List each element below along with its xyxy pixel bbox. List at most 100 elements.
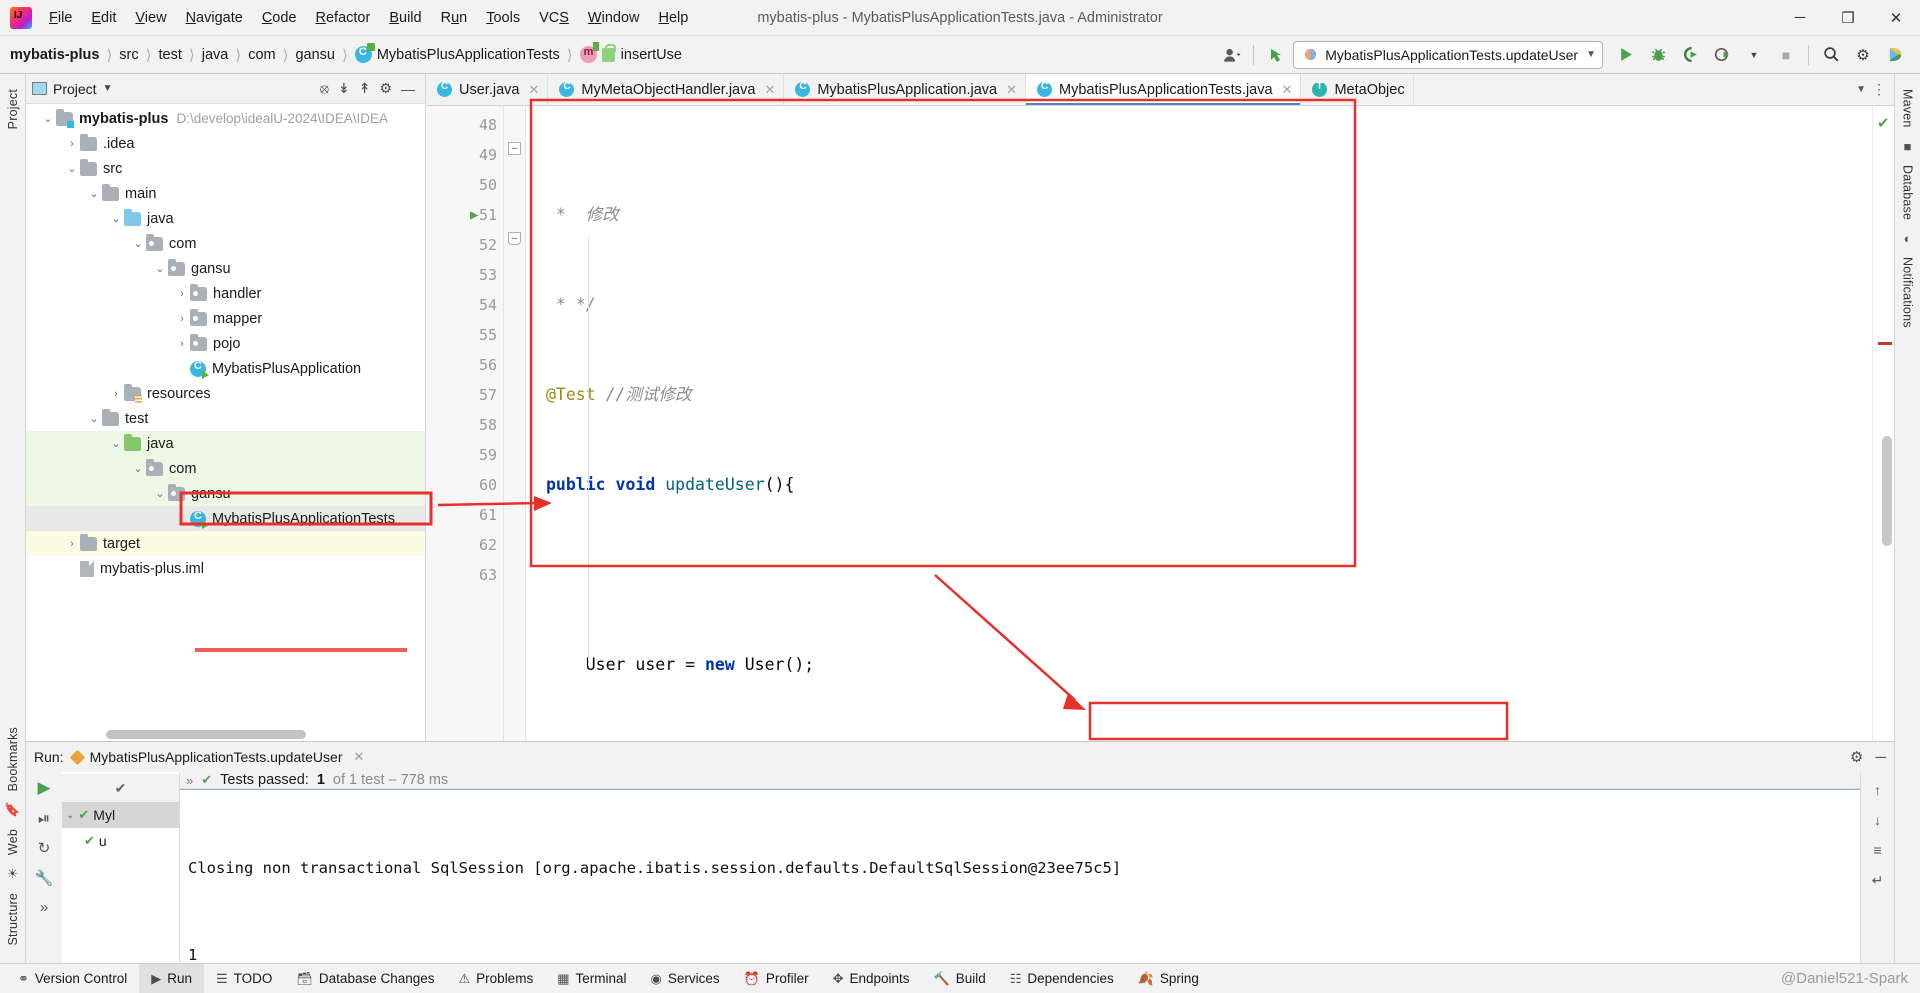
- tree-row-test[interactable]: ⌄ test: [26, 406, 425, 431]
- statusbar-spring[interactable]: 🍂 Spring: [1126, 964, 1211, 993]
- fold-marker[interactable]: –: [508, 142, 521, 155]
- run-tab[interactable]: MybatisPlusApplicationTests.updateUser ✕: [69, 749, 364, 765]
- menu-help[interactable]: Help: [649, 6, 697, 30]
- chevron-right-icon[interactable]: ›: [174, 288, 190, 300]
- tree-row-mybatisplusapplicationtests[interactable]: MybatisPlusApplicationTests: [26, 506, 425, 531]
- scroll-down-icon[interactable]: ↓: [1874, 812, 1881, 828]
- close-icon[interactable]: ✕: [762, 82, 775, 98]
- breadcrumb-test[interactable]: test: [159, 47, 182, 63]
- hide-icon[interactable]: ─: [1875, 749, 1886, 766]
- tool-window-notifications[interactable]: Notifications: [1901, 250, 1915, 335]
- more-options-icon[interactable]: »: [40, 899, 48, 916]
- minimize-button[interactable]: ─: [1776, 0, 1824, 35]
- close-icon[interactable]: ✕: [349, 749, 364, 765]
- breadcrumb-class[interactable]: MybatisPlusApplicationTests: [354, 43, 560, 63]
- tree-row-mybatis-plus[interactable]: ⌄ mybatis-plus D:\develop\idealU-2024\ID…: [26, 106, 425, 131]
- test-tree-row-class[interactable]: ⌄ ✔ Myl: [62, 802, 179, 828]
- close-icon[interactable]: ✕: [1004, 82, 1017, 98]
- expand-all-icon[interactable]: ↡: [338, 80, 350, 97]
- tab-user-java[interactable]: User.java ✕: [426, 74, 549, 105]
- chevron-down-icon[interactable]: ⌄: [152, 487, 168, 500]
- tree-row-src[interactable]: ⌄ src: [26, 156, 425, 181]
- console-output[interactable]: Closing non transactional SqlSession [or…: [180, 790, 1860, 963]
- chevron-down-icon[interactable]: ▼: [1586, 49, 1596, 60]
- statusbar-endpoints[interactable]: ✥ Endpoints: [821, 964, 922, 993]
- profiler-icon[interactable]: [1707, 41, 1737, 69]
- ide-assistant-icon[interactable]: [1880, 41, 1910, 69]
- tree-row-main[interactable]: ⌄ main: [26, 181, 425, 206]
- tree-row-main-gansu[interactable]: ⌄ gansu: [26, 256, 425, 281]
- chevron-right-icon[interactable]: ›: [174, 338, 190, 350]
- menu-tools[interactable]: Tools: [477, 6, 529, 30]
- tree-row-iml-file[interactable]: mybatis-plus.iml: [26, 556, 425, 581]
- breadcrumb-com[interactable]: com: [248, 47, 275, 63]
- statusbar-run[interactable]: ▶ Run: [139, 964, 204, 993]
- breadcrumb-src[interactable]: src: [119, 47, 138, 63]
- tool-window-bookmarks[interactable]: Bookmarks: [6, 720, 20, 798]
- tool-window-web[interactable]: Web: [6, 822, 20, 862]
- chevron-down-icon[interactable]: ⌄: [64, 162, 80, 175]
- statusbar-dependencies[interactable]: ☷ Dependencies: [998, 964, 1126, 993]
- tree-row-pojo[interactable]: › pojo: [26, 331, 425, 356]
- menu-code[interactable]: Code: [253, 6, 306, 30]
- tree-row-mapper[interactable]: › mapper: [26, 306, 425, 331]
- user-avatar-icon[interactable]: [1216, 41, 1246, 69]
- tab-mymetaobjecthandler-java[interactable]: MyMetaObjectHandler.java ✕: [548, 74, 785, 105]
- tree-row-main-com[interactable]: ⌄ com: [26, 231, 425, 256]
- search-icon[interactable]: [1816, 41, 1846, 69]
- toggle-auto-test-icon[interactable]: ↻: [38, 839, 51, 857]
- menu-vcs[interactable]: VCS: [530, 6, 578, 30]
- maximize-button[interactable]: ❐: [1824, 0, 1872, 35]
- statusbar-build[interactable]: 🔨 Build: [922, 964, 998, 993]
- tool-window-structure[interactable]: Structure: [6, 886, 20, 953]
- locate-icon[interactable]: ⦻: [320, 80, 329, 97]
- chevron-down-icon[interactable]: ▼: [1739, 41, 1769, 69]
- gear-icon[interactable]: ⚙: [379, 80, 392, 97]
- tab-mybatisplusapplication-java[interactable]: MybatisPlusApplication.java ✕: [784, 74, 1026, 105]
- rerun-button[interactable]: ▶: [37, 778, 50, 798]
- debug-bug-icon[interactable]: [1643, 41, 1673, 69]
- gear-icon[interactable]: ⚙: [1848, 41, 1878, 69]
- breadcrumb-java[interactable]: java: [202, 47, 229, 63]
- statusbar-services[interactable]: ◉ Services: [639, 964, 732, 993]
- hide-icon[interactable]: —: [401, 81, 415, 97]
- tree-row-main-java[interactable]: ⌄ java: [26, 206, 425, 231]
- menu-navigate[interactable]: Navigate: [177, 6, 252, 30]
- tab-mybatisplusapplicationtests-java[interactable]: MybatisPlusApplicationTests.java ✕: [1025, 74, 1302, 105]
- tree-row-test-gansu[interactable]: ⌄ gansu: [26, 481, 425, 506]
- chevron-down-icon[interactable]: ⌄: [108, 212, 124, 225]
- tree-row-test-com[interactable]: ⌄ com: [26, 456, 425, 481]
- chevron-down-icon[interactable]: ⌄: [130, 462, 146, 475]
- tool-window-maven[interactable]: Maven: [1901, 82, 1915, 135]
- close-icon[interactable]: ✕: [1280, 82, 1293, 98]
- fold-gutter[interactable]: – –: [504, 106, 526, 741]
- wrench-icon[interactable]: 🔧: [35, 869, 54, 887]
- rerun-failed-icon[interactable]: ⏯: [38, 810, 50, 827]
- chevron-down-icon[interactable]: ⌄: [152, 262, 168, 275]
- code-content[interactable]: * 修改 * */ @Test //测试修改 public void updat…: [526, 106, 1872, 741]
- statusbar-version-control[interactable]: ⚭ Version Control: [6, 964, 139, 993]
- chevron-right-icon[interactable]: ›: [174, 313, 190, 325]
- project-tree[interactable]: ⌄ mybatis-plus D:\develop\idealU-2024\ID…: [26, 104, 425, 741]
- code-editor[interactable]: 48 49 50 ▶ 51 52 53 54 55 56 57 58 59 60…: [426, 106, 1894, 741]
- breadcrumb-gansu[interactable]: gansu: [295, 47, 335, 63]
- statusbar-database-changes[interactable]: 🗃 Database Changes: [284, 964, 446, 993]
- menu-refactor[interactable]: Refactor: [307, 6, 380, 30]
- chevron-down-icon[interactable]: ▼: [1856, 84, 1866, 95]
- close-button[interactable]: ✕: [1872, 0, 1920, 35]
- tree-row-handler[interactable]: › handler: [26, 281, 425, 306]
- tree-row-mybatisplusapplication[interactable]: MybatisPlusApplication: [26, 356, 425, 381]
- statusbar-profiler[interactable]: ⏰ Profiler: [732, 964, 821, 993]
- tree-row-resources[interactable]: › resources: [26, 381, 425, 406]
- more-options-icon[interactable]: ⋮: [1872, 81, 1886, 98]
- chevron-down-icon[interactable]: ⌄: [86, 412, 102, 425]
- stop-button[interactable]: ■: [1771, 41, 1801, 69]
- test-results-tree[interactable]: ✔ ⌄ ✔ Myl ✔ u: [62, 772, 180, 963]
- collapse-all-icon[interactable]: ↟: [359, 80, 371, 97]
- chevron-right-icon[interactable]: ›: [108, 388, 124, 400]
- editor-right-gutter[interactable]: ✔: [1872, 106, 1894, 741]
- statusbar-terminal[interactable]: ▦ Terminal: [545, 964, 638, 993]
- editor-vertical-scrollbar[interactable]: [1882, 436, 1892, 546]
- chevron-down-icon[interactable]: ⌄: [66, 810, 74, 821]
- chevron-down-icon[interactable]: ⌄: [86, 187, 102, 200]
